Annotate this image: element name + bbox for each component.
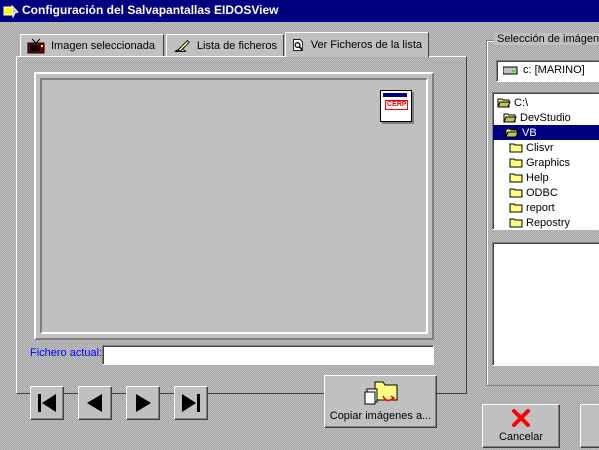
app-icon — [3, 4, 19, 18]
thumbnail-image[interactable]: CERP — [380, 90, 412, 122]
copy-images-label: Copiar imágenes a... — [329, 410, 432, 422]
folder-icon — [509, 173, 523, 183]
tab-label: Lista de ficheros — [196, 39, 277, 52]
tree-item-label: DevStudio — [520, 111, 571, 124]
tree-item-label: ODBC — [526, 186, 558, 199]
next-icon — [136, 394, 151, 412]
copy-images-button[interactable]: Copiar imágenes a... — [324, 375, 437, 428]
cancel-button[interactable]: Cancelar — [482, 404, 560, 448]
tab-imagen-seleccionada[interactable]: Imagen seleccionada — [20, 34, 164, 56]
tree-item-label: Clisvr — [526, 141, 554, 154]
thumbnail-titlebar — [383, 93, 407, 97]
open-folder-icon — [503, 113, 517, 123]
drive-select-value: c: [MARINO] — [523, 64, 585, 76]
tree-item-label: Graphics — [526, 156, 571, 169]
tree-item-c[interactable]: C:\ — [497, 95, 528, 110]
open-folder-icon — [497, 98, 511, 108]
tree-item-label: Repostry — [526, 216, 571, 229]
hard-drive-icon — [503, 66, 518, 75]
window-title: Configuración del Salvapantallas EIDOSVi… — [22, 3, 279, 17]
image-preview-area — [40, 78, 428, 334]
previous-button[interactable] — [78, 386, 112, 420]
folder-icon — [509, 218, 523, 228]
tree-item-label: C:\ — [514, 96, 529, 109]
tree-item-graphics[interactable]: Graphics — [509, 155, 570, 170]
tree-item-repostry[interactable]: Repostry — [509, 215, 571, 229]
file-list[interactable] — [492, 242, 599, 366]
tab-label: Ver Ficheros de la lista — [310, 39, 422, 51]
red-x-icon — [512, 409, 530, 427]
next-button[interactable] — [126, 386, 160, 420]
partial-button[interactable] — [580, 404, 599, 448]
last-button[interactable] — [174, 386, 208, 420]
cancel-button-label: Cancelar — [498, 431, 544, 443]
tree-item-label: Help — [526, 171, 549, 184]
tree-item-clisvr[interactable]: Clisvr — [509, 140, 554, 155]
tab-label: Imagen seleccionada — [51, 39, 155, 52]
tv-icon — [27, 38, 45, 53]
tree-item-report[interactable]: report — [509, 200, 555, 215]
folder-icon — [509, 143, 523, 153]
tree-item-help[interactable]: Help — [509, 170, 549, 185]
tab-ver-ficheros-de-la-lista[interactable]: Ver Ficheros de la lista — [285, 32, 429, 57]
first-icon — [38, 394, 56, 412]
tree-item-devstudio[interactable]: DevStudio — [503, 110, 571, 125]
thumbnail-label: CERP — [385, 100, 409, 110]
title-bar: Configuración del Salvapantallas EIDOSVi… — [0, 0, 599, 22]
last-icon — [182, 394, 200, 412]
drive-select[interactable]: c: [MARINO] — [496, 60, 599, 82]
tree-item-label: VB — [522, 126, 537, 139]
image-preview-frame: CERP — [34, 72, 434, 340]
tree-item-odbc[interactable]: ODBC — [509, 185, 558, 200]
open-folder-icon — [505, 128, 519, 138]
current-file-field[interactable] — [102, 345, 434, 365]
selection-group-label: Selección de imágene — [494, 33, 599, 45]
folder-icon — [509, 203, 523, 213]
magnifier-document-icon — [293, 39, 303, 51]
current-file-label: Fichero actual: — [30, 347, 103, 359]
tree-item-vb[interactable]: VB — [493, 125, 599, 140]
copy-folder-icon — [364, 381, 398, 405]
tab-lista-de-ficheros[interactable]: Lista de ficheros — [166, 34, 284, 56]
tree-item-label: report — [526, 201, 555, 214]
first-button[interactable] — [30, 386, 64, 420]
folder-icon — [509, 158, 523, 168]
folder-icon — [509, 188, 523, 198]
previous-icon — [87, 394, 102, 412]
folder-tree[interactable]: C:\ DevStudio VB Clisvr Graphics Help OD… — [492, 92, 599, 230]
pencil-list-icon — [174, 39, 190, 52]
